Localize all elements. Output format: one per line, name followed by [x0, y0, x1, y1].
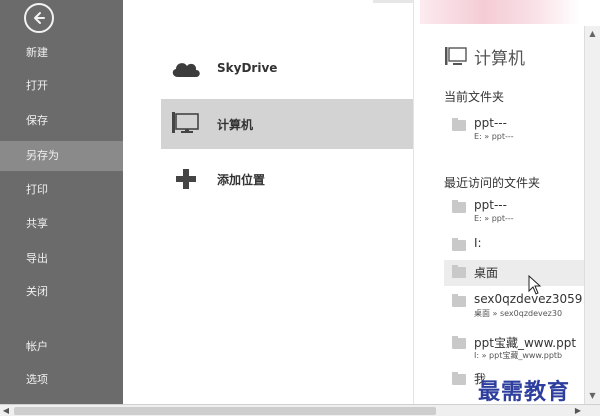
computer-icon	[445, 46, 467, 65]
computer-header: 计算机	[444, 44, 525, 69]
folder-icon	[452, 265, 466, 278]
places-panel: SkyDrive 计算机 添加位置	[123, 0, 413, 404]
place-label: 计算机	[217, 117, 254, 132]
place-skydrive[interactable]: SkyDrive	[161, 43, 413, 93]
scroll-up-icon[interactable]: ▲	[585, 26, 600, 42]
nav-export[interactable]: 导出	[0, 244, 123, 274]
back-button[interactable]	[24, 3, 54, 33]
nav-save-as[interactable]: 另存为	[0, 141, 123, 171]
scroll-right-icon[interactable]: ▶	[572, 405, 584, 416]
nav-new[interactable]: 新建	[0, 38, 123, 68]
folder-path: 桌面 » sex0qzdevez30	[474, 309, 563, 318]
nav-account[interactable]: 帐户	[0, 332, 123, 362]
nav-print[interactable]: 打印	[0, 175, 123, 205]
folder-item[interactable]: sex0qzdevez3059 桌面 » sex0qzdevez30	[444, 292, 592, 322]
folder-path: I: » ppt宝藏_www.pptb	[474, 351, 563, 360]
folder-item[interactable]: ppt--- E: » ppt---	[444, 198, 592, 228]
mouse-cursor-icon	[528, 275, 542, 295]
folders-panel: 计算机 当前文件夹 ppt--- E: » ppt--- 最近访问的文件夹 pp…	[413, 0, 600, 404]
folder-path: E: » ppt---	[474, 214, 514, 223]
place-computer[interactable]: 计算机	[161, 99, 413, 149]
folder-icon	[452, 294, 466, 307]
folder-item[interactable]: ppt--- E: » ppt---	[444, 116, 592, 146]
title-fragment	[373, 0, 413, 3]
plus-icon	[169, 162, 203, 196]
recent-folders-title: 最近访问的文件夹	[444, 176, 541, 190]
cloud-icon	[169, 51, 203, 85]
panel-title: 计算机	[474, 49, 525, 69]
current-folder-title: 当前文件夹	[444, 90, 505, 104]
nav-options[interactable]: 选项	[0, 365, 123, 395]
folder-name: ppt宝藏_www.ppt	[474, 336, 577, 350]
nav-open[interactable]: 打开	[0, 71, 123, 101]
folder-name: ppt---	[474, 116, 507, 130]
place-label: 添加位置	[217, 172, 266, 187]
scroll-down-icon[interactable]: ▼	[585, 388, 600, 404]
place-label: SkyDrive	[217, 61, 278, 75]
folder-name: ppt---	[474, 198, 507, 212]
folder-path: E: » ppt---	[474, 132, 514, 141]
nav-close[interactable]: 关闭	[0, 277, 123, 307]
scroll-left-icon[interactable]: ◀	[0, 405, 12, 416]
folder-icon	[452, 238, 466, 251]
backstage-sidebar: 新建 打开 保存 另存为 打印 共享 导出 关闭 帐户 选项	[0, 0, 123, 404]
vertical-scrollbar[interactable]: ▲ ▼	[584, 26, 600, 404]
nav-save[interactable]: 保存	[0, 106, 123, 136]
computer-icon	[169, 107, 203, 141]
folder-item-hovered[interactable]: 桌面	[444, 260, 589, 286]
scroll-thumb[interactable]	[14, 407, 436, 415]
folder-icon	[452, 372, 466, 385]
decorative-banner	[420, 0, 580, 24]
folder-item[interactable]: ppt宝藏_www.ppt I: » ppt宝藏_www.pptb	[444, 334, 592, 364]
folder-name: I:	[474, 236, 482, 250]
folder-name: 桌面	[474, 266, 499, 280]
place-add-location[interactable]: 添加位置	[161, 154, 413, 204]
folder-icon	[452, 336, 466, 349]
watermark-text: 最需教育	[478, 379, 571, 405]
arrow-left-icon	[34, 12, 45, 24]
folder-icon	[452, 200, 466, 213]
folder-icon	[452, 118, 466, 131]
nav-share[interactable]: 共享	[0, 209, 123, 239]
